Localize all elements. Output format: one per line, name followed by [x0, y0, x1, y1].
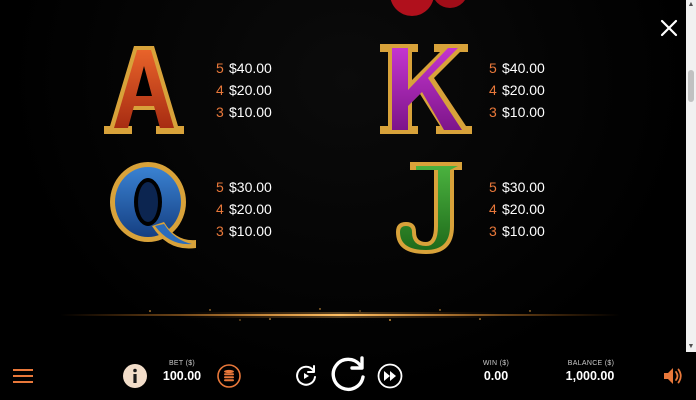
payout-row: 5 $40.00	[489, 57, 545, 79]
payout-list-q: 5 $30.00 4 $20.00 3 $10.00	[216, 176, 272, 242]
payout-count: 4	[216, 82, 224, 98]
letter-q-symbol-icon	[110, 162, 196, 249]
payout-row: 3 $10.00	[216, 101, 272, 123]
win-value: 0.00	[483, 369, 509, 383]
payout-amount: $30.00	[229, 179, 272, 195]
letter-k-symbol-icon	[380, 44, 472, 134]
payout-amount: $20.00	[502, 82, 545, 98]
payout-amount: $10.00	[502, 104, 545, 120]
payout-count: 5	[216, 60, 224, 76]
scroll-up-arrow[interactable]: ▲	[686, 0, 696, 10]
payout-list-a: 5 $40.00 4 $20.00 3 $10.00	[216, 57, 272, 123]
payout-row: 5 $30.00	[216, 176, 272, 198]
scroll-down-arrow[interactable]: ▼	[686, 342, 696, 352]
coin-stack-icon[interactable]	[217, 364, 241, 388]
paytable-screen: ▲ ▼ 5 $40.00 4 $20.00 3 $10.00 5 $40.00 …	[0, 0, 696, 400]
payout-amount: $20.00	[502, 201, 545, 217]
payout-count: 4	[489, 201, 497, 217]
autoplay-icon[interactable]	[294, 364, 318, 388]
payout-count: 3	[489, 223, 497, 239]
letter-a-symbol-icon	[104, 46, 184, 134]
payout-row: 4 $20.00	[489, 198, 545, 220]
payout-count: 5	[489, 60, 497, 76]
payout-count: 4	[489, 82, 497, 98]
scroll-thumb[interactable]	[688, 70, 694, 102]
win-label: WIN ($)	[482, 360, 510, 367]
payout-amount: $20.00	[229, 82, 272, 98]
payout-row: 3 $10.00	[216, 220, 272, 242]
balance-value: 1,000.00	[565, 369, 615, 383]
payout-count: 3	[216, 223, 224, 239]
payout-row: 4 $20.00	[216, 79, 272, 101]
bet-value: 100.00	[162, 369, 202, 383]
payout-row: 4 $20.00	[216, 198, 272, 220]
payout-amount: $30.00	[502, 179, 545, 195]
payout-count: 5	[489, 179, 497, 195]
payout-count: 3	[489, 104, 497, 120]
payout-row: 4 $20.00	[489, 79, 545, 101]
balance-label: BALANCE ($)	[567, 360, 615, 367]
info-icon[interactable]	[122, 363, 148, 389]
hamburger-menu-icon[interactable]	[13, 368, 33, 384]
payout-row: 5 $30.00	[489, 176, 545, 198]
cherry-icon	[390, 0, 465, 16]
payout-count: 4	[216, 201, 224, 217]
spin-icon[interactable]	[329, 356, 367, 394]
bottom-control-bar: BET ($) 100.00 WIN ($) 0.00 BALANCE ($) …	[0, 352, 696, 400]
payout-list-k: 5 $40.00 4 $20.00 3 $10.00	[489, 57, 545, 123]
bet-label: BET ($)	[168, 360, 196, 367]
payout-amount: $10.00	[229, 104, 272, 120]
fast-forward-icon[interactable]	[377, 363, 403, 389]
payout-row: 5 $40.00	[216, 57, 272, 79]
payout-row: 3 $10.00	[489, 220, 545, 242]
glow-divider	[60, 308, 620, 321]
speaker-icon[interactable]	[662, 366, 684, 386]
payout-amount: $20.00	[229, 201, 272, 217]
close-icon[interactable]	[659, 18, 679, 38]
payout-count: 5	[216, 179, 224, 195]
payout-amount: $10.00	[229, 223, 272, 239]
letter-j-symbol-icon	[396, 162, 462, 254]
payout-amount: $40.00	[502, 60, 545, 76]
payout-row: 3 $10.00	[489, 101, 545, 123]
scrollbar[interactable]: ▲ ▼	[686, 0, 696, 352]
payout-list-j: 5 $30.00 4 $20.00 3 $10.00	[489, 176, 545, 242]
payout-amount: $10.00	[502, 223, 545, 239]
payout-amount: $40.00	[229, 60, 272, 76]
payout-count: 3	[216, 104, 224, 120]
